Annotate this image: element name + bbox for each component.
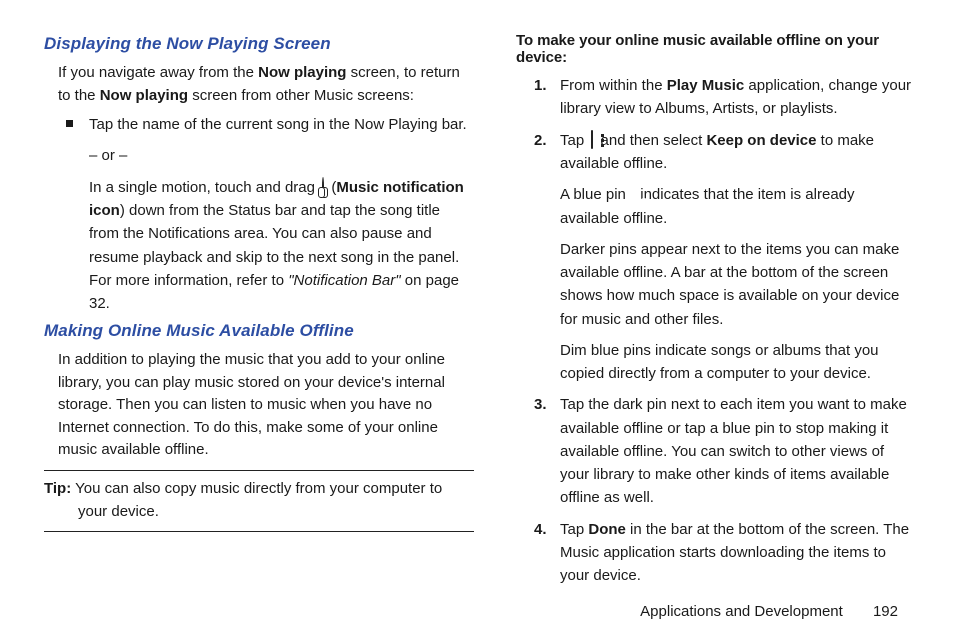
tip-text: You can also copy music directly from yo…: [71, 480, 442, 497]
bullet-sub: In a single motion, touch and drag (Musi…: [89, 176, 474, 316]
tip-label: Tip:: [44, 480, 71, 497]
text: From within the: [560, 77, 667, 94]
step-number: 4.: [534, 518, 560, 588]
step-sub: A blue pin indicates that the item is al…: [560, 183, 916, 230]
text: Tap: [560, 521, 588, 538]
footer-page-number: 192: [873, 603, 898, 620]
procedure-title: To make your online music available offl…: [516, 32, 916, 66]
tip-text-cont: your device.: [44, 500, 474, 523]
text: Tap the name of the current song in the …: [89, 113, 474, 136]
text: Tap: [560, 132, 588, 149]
page-footer: Applications and Development 192: [640, 603, 898, 620]
step-number: 3.: [534, 393, 560, 509]
step-number: 2.: [534, 129, 560, 386]
text: In a single motion, touch and drag: [89, 179, 319, 196]
page-content: Displaying the Now Playing Screen If you…: [0, 0, 954, 595]
text-bold: Now playing: [100, 87, 188, 104]
text: If you navigate away from the: [58, 64, 258, 81]
tip-block: Tip: You can also copy music directly fr…: [44, 477, 474, 524]
divider: [44, 531, 474, 532]
step-1: 1. From within the Play Music applicatio…: [534, 74, 916, 121]
left-column: Displaying the Now Playing Screen If you…: [44, 30, 474, 595]
step-body: Tap the dark pin next to each item you w…: [560, 393, 916, 509]
step-sub: Dim blue pins indicate songs or albums t…: [560, 339, 916, 386]
footer-section: Applications and Development: [640, 603, 843, 620]
text: screen from other Music screens:: [188, 87, 414, 104]
text-bold: Done: [588, 521, 626, 538]
headphones-icon: [322, 175, 324, 198]
text-bold: Play Music: [667, 77, 745, 94]
text: (: [327, 179, 336, 196]
right-column: To make your online music available offl…: [516, 30, 916, 595]
step-body: From within the Play Music application, …: [560, 74, 916, 121]
text-bold: Now playing: [258, 64, 346, 81]
step-3: 3. Tap the dark pin next to each item yo…: [534, 393, 916, 509]
heading-now-playing: Displaying the Now Playing Screen: [44, 34, 474, 54]
cross-reference: "Notification Bar": [288, 272, 400, 289]
vertical-dots-icon: [591, 128, 593, 151]
text-bold: Keep on device: [706, 132, 816, 149]
para-offline-intro: In addition to playing the music that yo…: [58, 349, 474, 462]
step-2: 2. Tap and then select Keep on device to…: [534, 129, 916, 386]
para-now-playing-intro: If you navigate away from the Now playin…: [58, 62, 474, 107]
bullet-text: Tap the name of the current song in the …: [89, 113, 474, 315]
or-separator: – or –: [89, 144, 474, 167]
heading-offline: Making Online Music Available Offline: [44, 321, 474, 341]
text: and then select: [596, 132, 706, 149]
divider: [44, 470, 474, 471]
step-sub: Darker pins appear next to the items you…: [560, 238, 916, 331]
step-number: 1.: [534, 74, 560, 121]
step-body: Tap Done in the bar at the bottom of the…: [560, 518, 916, 588]
square-bullet-icon: [66, 120, 73, 127]
bullet-item: Tap the name of the current song in the …: [66, 113, 474, 315]
text: A blue pin: [560, 186, 630, 203]
step-body: Tap and then select Keep on device to ma…: [560, 129, 916, 386]
step-4: 4. Tap Done in the bar at the bottom of …: [534, 518, 916, 588]
